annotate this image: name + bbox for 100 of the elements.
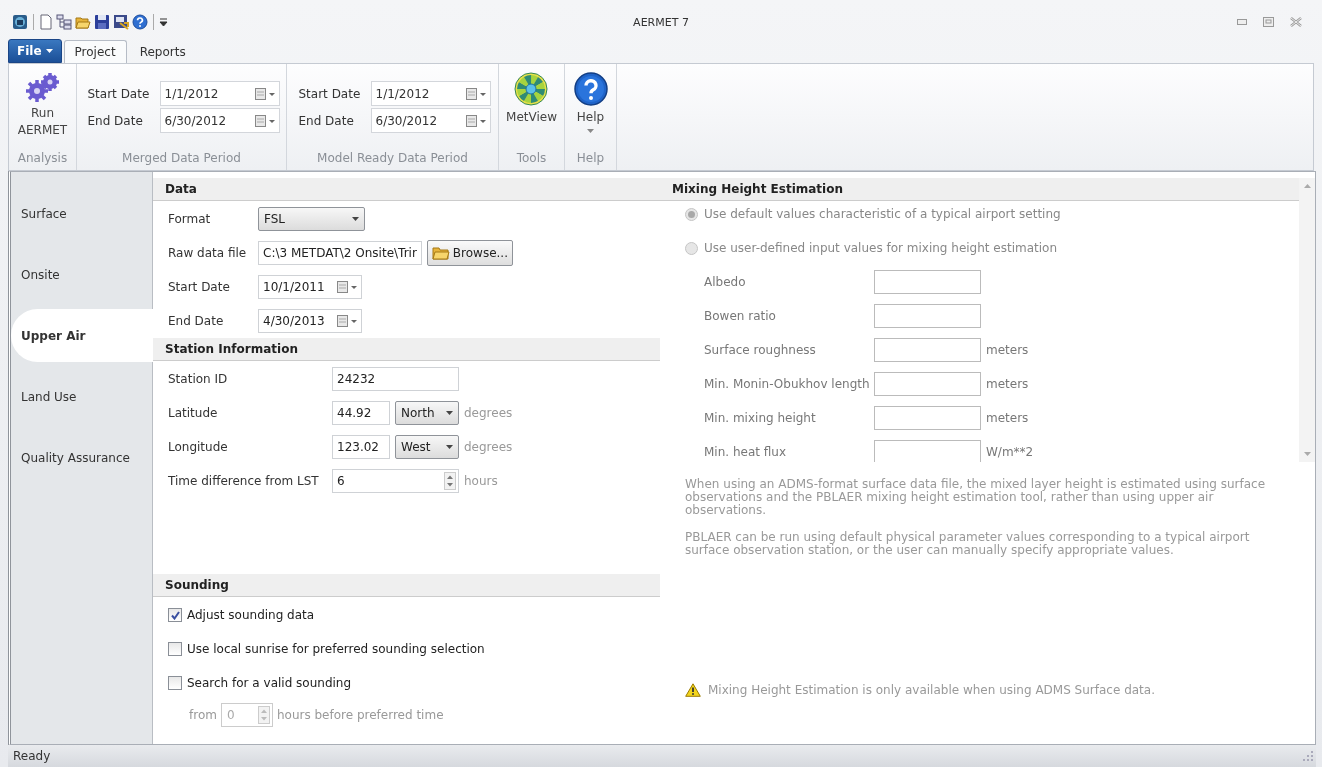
caret-icon [45,49,53,53]
tree-icon[interactable] [56,14,72,30]
resize-grip-icon [1303,751,1313,761]
minimize-icon[interactable] [1237,19,1247,25]
field-label: Min. mixing height [704,411,817,425]
scrollbar[interactable] [1299,178,1315,462]
ribbon-tab[interactable]: Project [63,40,127,63]
checkbox[interactable] [168,642,182,656]
field-label: Min. Monin-Obukhov length [704,377,871,391]
field-label: Format [168,212,212,226]
date-picker[interactable]: 6/30/2012 [159,108,280,133]
field-label: Surface roughness [704,343,817,357]
calendar-icon [337,280,357,294]
maximize-icon[interactable] [1263,17,1274,27]
direction-dropdown[interactable]: West [395,435,459,459]
note-text: When using an ADMS-format surface data file, the mixed layer height is estimated using surface observations and the PBLAER mixing height estimation tool, rather than using upper air observations. [685,478,1267,517]
help-icon[interactable] [132,14,148,30]
text-field[interactable]: 24232 [332,367,459,391]
text-field[interactable] [874,372,981,396]
radio-label: Use default values characteristic of a typical airport setting [704,207,1061,221]
checkbox-label: Use local sunrise for preferred sounding selection [187,642,485,656]
spin-arrows-icon[interactable] [444,472,456,490]
customize-caret-icon[interactable] [159,17,168,27]
field-label: Albedo [704,275,747,289]
caret-icon [587,129,594,133]
text-field[interactable]: 123.02 [332,435,390,459]
close-icon[interactable] [1290,17,1302,27]
unit-label: meters [986,377,1029,391]
ribbon-tab[interactable]: Reports [128,40,197,63]
text-field[interactable] [874,338,981,362]
field-label: Start Date [168,280,231,294]
status-text: Ready [13,749,51,763]
calendar-icon [465,86,486,101]
ribbon-button[interactable]: Help [571,70,610,135]
text-field[interactable] [874,440,981,462]
browse-button[interactable]: Browse... [426,240,513,266]
radio-label: Use user-defined input values for mixing height estimation [704,241,1058,255]
folder-icon [431,246,450,260]
checkbox[interactable] [168,608,182,622]
group-label: Help [576,151,605,165]
app-icon[interactable] [12,14,28,30]
ribbon-button[interactable]: MetView [504,70,559,128]
window-title: AERMET 7 [633,15,689,29]
nav-item[interactable]: Onsite [11,244,152,305]
calendar-icon [254,113,275,128]
section-heading: Station Information [165,342,298,356]
checkmark-icon [170,610,180,620]
field-label: End Date [87,113,144,128]
field-label: End Date [298,113,355,128]
text-field[interactable]: 44.92 [332,401,390,425]
field-label: from [189,708,217,722]
checkbox[interactable] [168,676,182,690]
section-heading: Data [165,182,197,196]
format-dropdown[interactable]: FSL [258,207,365,231]
field-label: Raw data file [168,246,248,260]
field-label: Start Date [298,86,362,101]
text-field[interactable] [874,406,981,430]
date-picker[interactable]: 6/30/2012 [370,108,491,133]
field-label: Start Date [87,86,151,101]
unit-label: hours before preferred time [276,708,444,722]
radial-chart-icon [514,72,549,106]
nav-item[interactable]: Land Use [11,366,152,427]
unit-label: W/m**2 [986,445,1034,459]
spin-field[interactable]: 6 [332,469,459,493]
field-label: Bowen ratio [704,309,777,323]
help-icon [573,72,608,106]
field-label: Latitude [168,406,219,420]
file-path-field[interactable]: C:\3 METDAT\2 Onsite\Trir [258,241,422,265]
spin-arrows-icon[interactable] [257,706,270,724]
file-menu-button[interactable]: File [8,39,62,63]
direction-dropdown[interactable]: North [395,401,459,425]
text-field[interactable] [874,270,981,294]
ribbon-button[interactable]: Run AERMET [13,70,72,141]
text-field[interactable] [874,304,981,328]
date-picker[interactable]: 1/1/2012 [370,81,491,106]
warning-text: Mixing Height Estimation is only available when using ADMS Surface data. [708,683,1155,697]
checkbox-label: Adjust sounding data [187,608,315,622]
group-label: Merged Data Period [122,151,241,165]
calendar-icon [337,314,357,328]
group-label: Tools [516,151,547,165]
warning-icon [685,683,701,697]
date-picker[interactable]: 4/30/2013 [258,309,362,333]
caret-icon [446,411,453,415]
calendar-icon [254,86,275,101]
unit-label: hours [464,474,498,488]
scroll-down-icon [1303,452,1311,456]
note-text: PBLAER can be run using default physical parameter values corresponding to a typical airport surface observation station, or the user can manually specify appropriate values. [685,531,1251,557]
date-picker[interactable]: 10/1/2011 [258,275,362,299]
nav-item[interactable]: Surface [11,183,152,244]
caret-icon [446,445,453,449]
caret-icon [352,217,359,221]
new-document-icon[interactable] [39,14,53,30]
unit-label: degrees [464,440,513,454]
save-icon[interactable] [94,14,110,30]
unit-label: degrees [464,406,513,420]
nav-item[interactable]: Quality Assurance [11,427,152,488]
date-picker[interactable]: 1/1/2012 [159,81,280,106]
group-label: Analysis [17,151,68,165]
nav-item[interactable]: Upper Air [11,309,153,362]
checkbox-label: Search for a valid sounding [187,676,352,690]
